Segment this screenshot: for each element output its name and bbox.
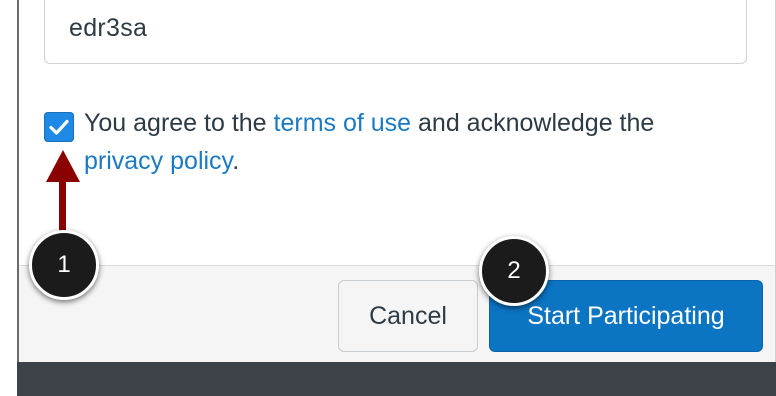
privacy-policy-link[interactable]: privacy policy [84, 147, 232, 175]
step-2-badge: 2 [479, 236, 549, 306]
agree-checkbox[interactable] [44, 112, 74, 142]
agree-text-prefix: You agree to the [84, 109, 274, 137]
agree-statement: You agree to the terms of use and acknow… [84, 104, 724, 180]
terms-of-use-link[interactable]: terms of use [274, 109, 412, 137]
cancel-button[interactable]: Cancel [338, 280, 478, 352]
agree-text-suffix: . [232, 147, 240, 175]
step-1-badge: 1 [29, 230, 99, 300]
dialog-bottom-edge [17, 362, 776, 396]
join-course-dialog: edr3sa You agree to the terms of use and… [0, 0, 776, 396]
join-code-value: edr3sa [69, 14, 148, 42]
agree-text-middle: and acknowledge the [411, 109, 655, 137]
checkmark-icon [49, 119, 69, 135]
arrow-shaft [59, 178, 66, 238]
join-code-input[interactable]: edr3sa [44, 0, 747, 64]
